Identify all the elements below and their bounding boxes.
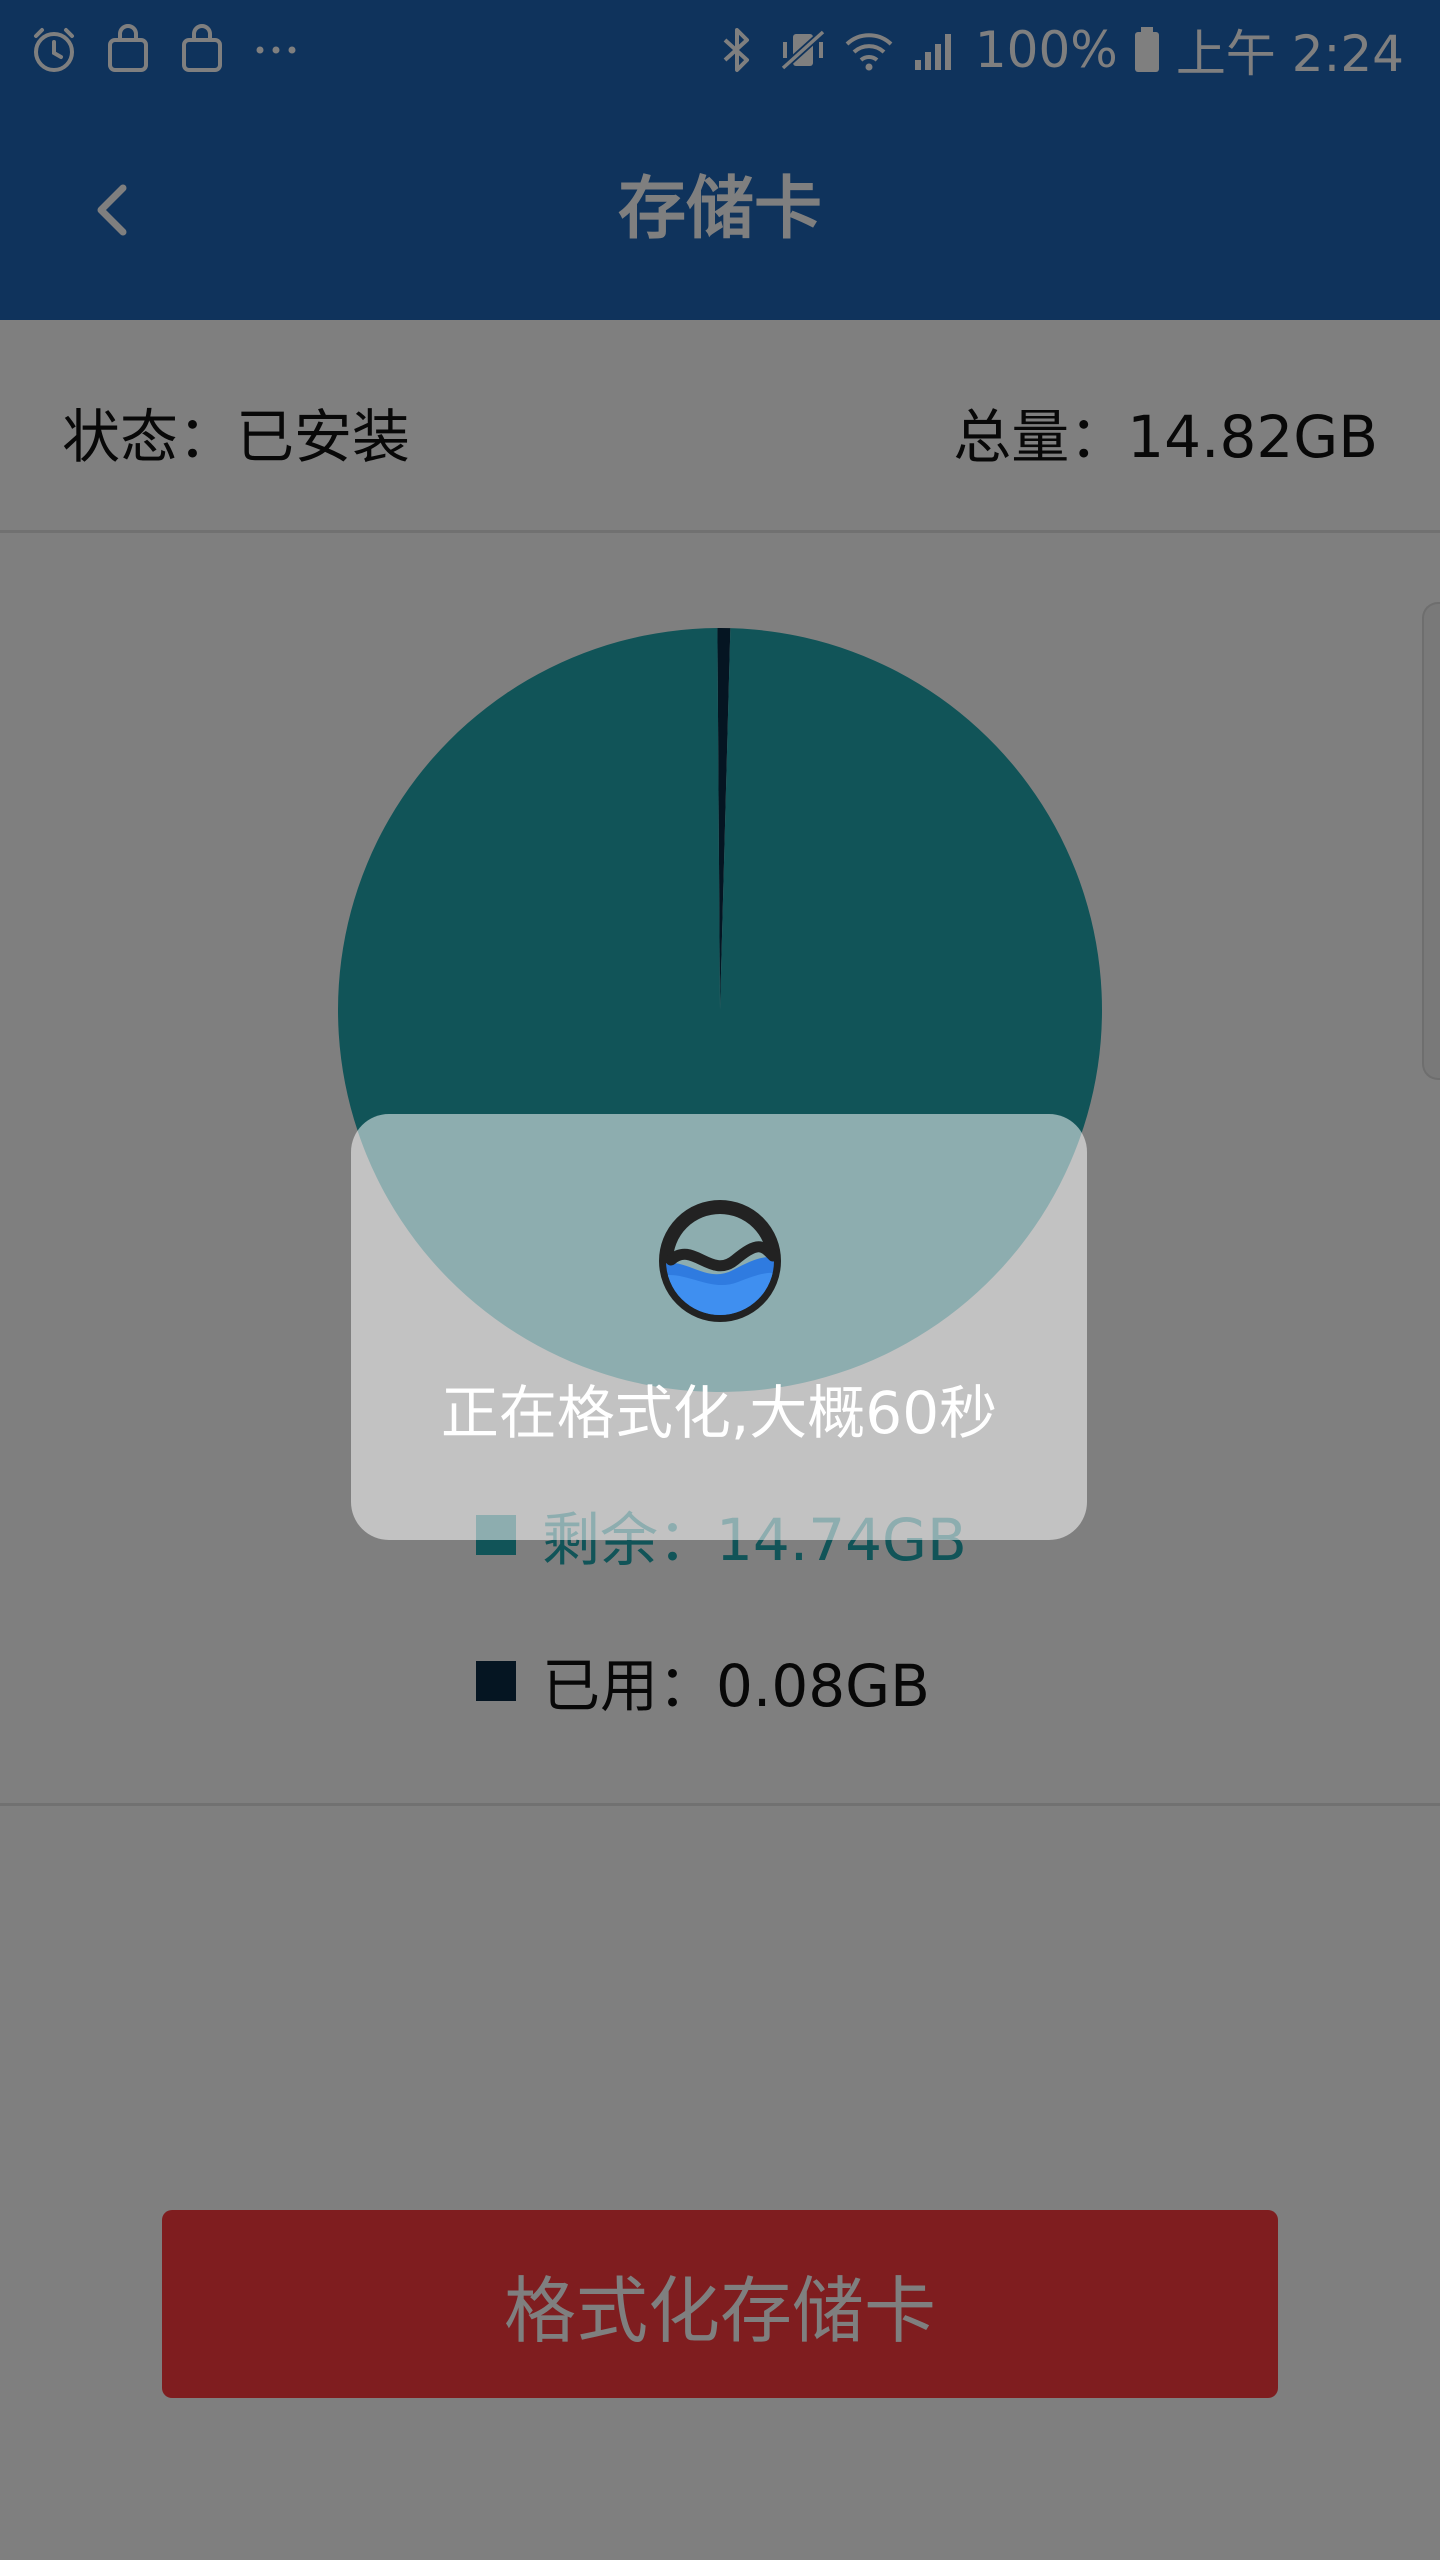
formatting-message: 正在格式化,大概60秒 (440, 1379, 998, 1447)
app-logo-icon (653, 1194, 787, 1328)
screen: 100% 上午 2:24 存储卡 状态：已安装 总量：14.82GB 剩余：14… (0, 0, 1440, 2560)
formatting-progress-dialog: 正在格式化,大概60秒 (351, 1114, 1087, 1540)
